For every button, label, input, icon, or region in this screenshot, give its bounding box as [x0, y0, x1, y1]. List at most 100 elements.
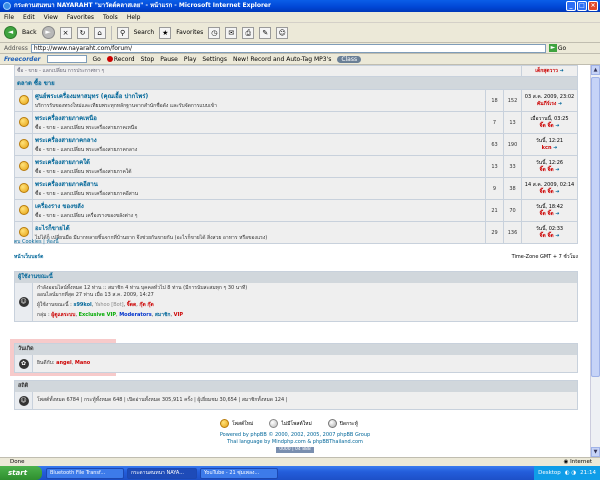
new-record-link[interactable]: New! Record and Auto-Tag MP3's — [233, 56, 331, 63]
last-post-user[interactable]: จิ๊ด จิ๊ด — [540, 189, 554, 195]
minimize-button[interactable]: _ — [566, 1, 576, 11]
last-post-user[interactable]: จิ๊ด จิ๊ด — [540, 211, 554, 217]
favorites-star-icon[interactable]: ★ — [159, 26, 172, 39]
back-arrow-icon[interactable]: ◄ — [4, 26, 17, 39]
play-button[interactable]: Play — [184, 56, 197, 63]
cut-row-last: เด็กสุดวาว ➜ — [521, 65, 578, 77]
forum-link[interactable]: เครื่องราง ของขลัง — [35, 201, 483, 211]
go-post-arrow-icon[interactable]: ➜ — [555, 167, 559, 173]
maximize-button[interactable]: □ — [577, 1, 587, 11]
online-user-link[interactable]: s99kol — [73, 302, 91, 308]
online-users-line: ผู้ใช้งานขณะนี้ : s99kol, Yahoo [Bot], จ… — [37, 302, 154, 308]
go-post-arrow-icon[interactable]: ➜ — [558, 101, 562, 107]
start-button[interactable]: start — [0, 466, 42, 480]
scroll-up-icon[interactable]: ▲ — [591, 65, 600, 75]
freecorder-search-input[interactable] — [46, 55, 87, 63]
last-post-user[interactable]: จิ๊ด จิ๊ด — [540, 167, 554, 173]
settings-button[interactable]: Settings — [202, 56, 227, 63]
go-post-arrow-icon[interactable]: ➜ — [555, 189, 559, 195]
search-icon[interactable]: ⚲ — [116, 26, 129, 39]
home-icon[interactable]: ⌂ — [93, 26, 106, 39]
search-button-label[interactable]: Search — [134, 29, 155, 36]
forum-link[interactable]: อะไรก็ขายได้ — [35, 223, 483, 233]
stop-button[interactable]: Stop — [141, 56, 155, 63]
table-row: อะไรก็ขายได้ ไม่ได้ก็ เปลี่ยนมือ มีมากหลา… — [14, 221, 578, 244]
group-link[interactable]: ผู้ดูแลระบบ — [51, 312, 75, 318]
pause-button[interactable]: Pause — [160, 56, 178, 63]
scroll-down-icon[interactable]: ▼ — [591, 447, 600, 457]
status-text: Done — [10, 459, 25, 465]
last-post-user[interactable]: เด็กสุดวาว — [535, 68, 558, 74]
topics-count: 29 — [485, 221, 504, 244]
record-button[interactable]: Record — [106, 56, 135, 63]
page-footer: Powered by phpBB © 2000, 2002, 2005, 200… — [0, 432, 590, 453]
group-link[interactable]: VIP — [174, 312, 183, 318]
last-post-user[interactable]: จิ๊ด จิ๊ด — [540, 233, 554, 239]
last-post-date: เมื่อวานนี้, 03:25 — [530, 115, 569, 122]
group-link[interactable]: สมาชิก — [155, 312, 171, 318]
go-button[interactable]: ► Go — [548, 44, 566, 52]
online-user-link[interactable]: กุ๊ด กุ๊ด — [139, 302, 153, 308]
forward-arrow-icon[interactable]: ► — [41, 26, 55, 39]
table-row: พระเครื่องสายภาคใต้ ซื้อ - ขาย - แลกเปลี่… — [14, 155, 578, 178]
menu-help[interactable]: Help — [127, 14, 141, 21]
freecorder-toolbar: Freecorder Go Record Stop Pause Play Set… — [0, 54, 600, 65]
close-button[interactable]: × — [588, 1, 598, 11]
birthday-user-link[interactable]: Mano — [75, 360, 90, 366]
forum-link[interactable]: พระเครื่องสายภาคกลาง — [35, 135, 483, 145]
freecorder-go-button[interactable]: Go — [93, 56, 101, 63]
online-user-link[interactable]: จิ๊ดด — [127, 302, 136, 308]
category-title[interactable]: ตลาด ซื้อ ขาย — [17, 80, 55, 87]
menu-favorites[interactable]: Favorites — [67, 14, 94, 21]
forum-index-link[interactable]: หน้าเว็บบอร์ด — [14, 253, 43, 263]
birthday-user-link[interactable]: angel — [56, 360, 72, 366]
print-icon[interactable]: ⎙ — [242, 26, 255, 39]
menu-tools[interactable]: Tools — [103, 14, 118, 21]
go-post-arrow-icon[interactable]: ➜ — [560, 68, 564, 74]
forum-new-posts-icon — [18, 94, 29, 105]
mail-icon[interactable]: ✉ — [225, 26, 238, 39]
go-post-arrow-icon[interactable]: ➜ — [555, 123, 559, 129]
last-post-user[interactable]: จิ๊ด จิ๊ด — [540, 123, 554, 129]
messenger-icon[interactable]: ☺ — [276, 26, 289, 39]
favorites-button-label[interactable]: Favorites — [176, 29, 203, 36]
menu-view[interactable]: View — [44, 14, 58, 21]
class-pill[interactable]: Class — [337, 55, 362, 63]
powered-by-link[interactable]: Powered by phpBB © 2000, 2002, 2005, 200… — [0, 432, 590, 439]
menu-file[interactable]: File — [4, 14, 14, 21]
legend-none-label: ไม่มีโพสต์ใหม่ — [281, 420, 312, 427]
forum-link[interactable]: พระเครื่องสายภาคใต้ — [35, 157, 483, 167]
group-link[interactable]: Exclusive VIP — [79, 312, 116, 318]
cookies-link[interactable]: ตบ Cookies | ห้องนี้ — [14, 238, 59, 246]
scroll-thumb[interactable] — [591, 77, 600, 377]
posts-count: 70 — [503, 199, 522, 222]
forum-description: ซื้อ - ขาย - แลกเปลี่ยน เครื่องรางของขลั… — [35, 213, 138, 219]
address-input[interactable] — [30, 43, 546, 53]
taskbar-item-youtube[interactable]: YouTube - 21 ซุ่มเพลง... — [200, 467, 278, 479]
desktop-toolbar[interactable]: Desktop — [538, 470, 561, 476]
go-post-arrow-icon[interactable]: ➜ — [555, 233, 559, 239]
thai-language-link[interactable]: Thai language by Mindphp.com & phpBBThai… — [0, 439, 590, 446]
taskbar-item-bluetooth[interactable]: Bluetooth File Transf... — [46, 467, 124, 479]
refresh-icon[interactable]: ↻ — [76, 26, 89, 39]
online-user-link[interactable]: Yahoo [Bot] — [95, 302, 124, 308]
posts-count: 33 — [503, 155, 522, 178]
address-bar: Address ► Go — [0, 43, 600, 54]
vertical-scrollbar[interactable]: ▲ ▼ — [590, 65, 600, 457]
last-post-user[interactable]: คัมภีร์เรง — [537, 101, 556, 107]
forum-link[interactable]: พระเครื่องสายภาคเหนือ — [35, 113, 483, 123]
go-post-arrow-icon[interactable]: ➜ — [555, 211, 559, 217]
forum-link[interactable]: พระเครื่องสายภาคอีสาน — [35, 179, 483, 189]
back-button-label[interactable]: Back — [22, 29, 37, 36]
forum-link[interactable]: ศูนย์พระเครื่องมหาสมุทร (คุณเอื้อ ปากไพร… — [35, 91, 483, 101]
edit-icon[interactable]: ✎ — [259, 26, 272, 39]
who-online-title[interactable]: ผู้ใช้งานขณะนี้ — [15, 272, 577, 283]
last-post-user[interactable]: kcn — [542, 145, 552, 151]
last-post-date: วันนี้, 18:42 — [535, 203, 564, 210]
group-link[interactable]: Moderators — [119, 312, 152, 318]
history-icon[interactable]: ◷ — [208, 26, 221, 39]
taskbar-item-browser[interactable]: กระดานสนทนา NAYA... — [127, 467, 197, 479]
stop-icon[interactable]: × — [59, 26, 72, 39]
go-post-arrow-icon[interactable]: ➜ — [553, 145, 557, 151]
menu-edit[interactable]: Edit — [23, 14, 35, 21]
